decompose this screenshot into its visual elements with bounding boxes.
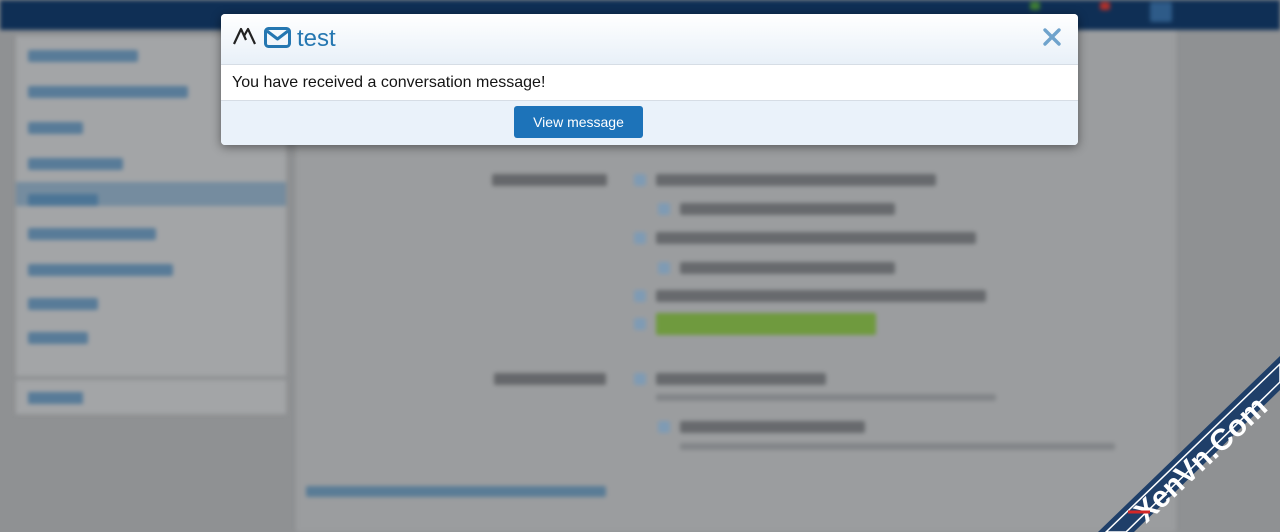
view-message-button[interactable]: View message	[514, 106, 643, 138]
watermark-logo: XenVn.Com	[1098, 356, 1280, 532]
watermark-text: XenVn.Com	[1128, 390, 1274, 529]
notification-message: You have received a conversation message…	[232, 74, 546, 91]
watermark: XenVn.Com	[1098, 356, 1280, 532]
close-icon[interactable]	[1040, 25, 1064, 49]
background-link	[306, 486, 606, 497]
envelope-icon	[264, 27, 291, 48]
dialog-title: test	[297, 25, 336, 52]
dialog-header: test	[221, 14, 1078, 65]
notification-dialog: test You have received a conversation me…	[221, 14, 1078, 145]
xenforo-logo-icon	[233, 27, 256, 45]
dialog-body: You have received a conversation message…	[221, 65, 1078, 101]
dialog-footer: View message	[221, 101, 1078, 145]
account-sidebar-footer	[16, 380, 286, 414]
